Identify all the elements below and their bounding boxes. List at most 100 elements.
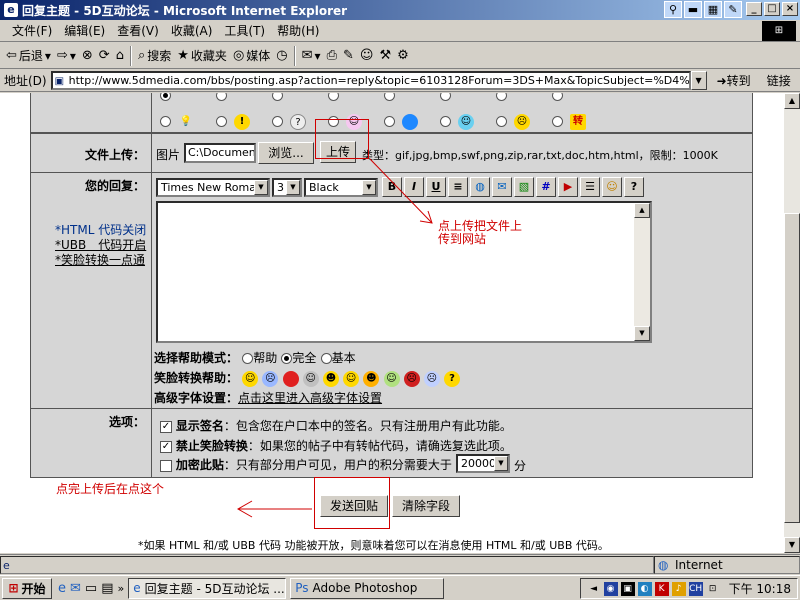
- go-button[interactable]: ➜转到: [717, 72, 751, 89]
- search-label: 搜索: [147, 49, 172, 63]
- home-button[interactable]: ⌂: [116, 48, 124, 63]
- scroll-up-icon[interactable]: ▲: [784, 93, 800, 109]
- search-icon: ⌕: [137, 48, 146, 63]
- task-photoshop[interactable]: Ps Adobe Photoshop: [290, 577, 445, 599]
- window-title: 回复主题 - 5D互动论坛 - Microsoft Internet Explo…: [22, 3, 348, 18]
- pencil-icon[interactable]: ✎: [724, 1, 742, 18]
- battery-icon[interactable]: ▬: [684, 1, 702, 18]
- plugin-icon: ⚙: [397, 48, 409, 63]
- address-label: 地址(D): [4, 74, 47, 88]
- windows-flag-icon: ⊞: [8, 581, 19, 595]
- menu-file[interactable]: 文件(F): [6, 22, 58, 39]
- edit-page-button[interactable]: ✎: [343, 48, 354, 63]
- scroll-down-icon[interactable]: ▼: [784, 537, 800, 553]
- back-button[interactable]: ⇦ 后退 ▾: [6, 47, 51, 64]
- title-bar: e 回复主题 - 5D互动论坛 - Microsoft Internet Exp…: [0, 0, 800, 20]
- address-input[interactable]: ▣ http://www.5dmedia.com/bbs/posting.asp?…: [50, 71, 691, 90]
- maximize-button[interactable]: □: [764, 2, 780, 16]
- tray-app-icon[interactable]: ◐: [637, 581, 652, 596]
- clock[interactable]: 下午 10:18: [729, 580, 791, 597]
- go-arrow-icon: ➜: [716, 74, 727, 88]
- status-bar: e ◍ Internet: [0, 554, 800, 574]
- tray-app-icon[interactable]: K: [654, 581, 669, 596]
- forward-button[interactable]: ⇨ ▾: [57, 48, 76, 63]
- upload-arrow-line: [369, 158, 433, 224]
- quick-launch-ie-icon[interactable]: e: [58, 581, 66, 596]
- scroll-thumb[interactable]: [784, 213, 800, 523]
- menu-edit[interactable]: 编辑(E): [58, 22, 111, 39]
- media-label: 媒体: [246, 49, 271, 63]
- go-label: 转到: [726, 74, 751, 88]
- printer-icon: ⎙: [326, 48, 337, 63]
- forward-arrow-icon: ⇨: [56, 48, 68, 63]
- discuss-button[interactable]: ☺: [360, 48, 374, 63]
- windows-logo-icon: ⊞: [762, 21, 796, 41]
- quick-launch-outlook-icon[interactable]: ✉: [70, 581, 81, 596]
- upload-annotation-line2: 传到网站: [438, 232, 487, 246]
- status-zone: ◍ Internet: [654, 555, 800, 574]
- toolbar-separator: [293, 45, 296, 66]
- tools-button[interactable]: ⚒: [379, 48, 391, 63]
- globe-icon: ◍: [658, 557, 669, 572]
- system-tray: ◄ ◉ ▣ ◐ K ♪ CH ⊡ 下午 10:18: [579, 578, 798, 599]
- status-main: e: [0, 555, 654, 574]
- grid-icon[interactable]: ▦: [704, 1, 722, 18]
- minimize-button[interactable]: _: [746, 2, 762, 16]
- back-arrow-icon: ⇦: [6, 48, 17, 63]
- task-ie-window[interactable]: e 回复主题 - 5D互动论坛 ...: [128, 577, 287, 599]
- menu-view[interactable]: 查看(V): [111, 22, 165, 39]
- tray-app-icon[interactable]: ♪: [671, 581, 686, 596]
- media-icon: ◎: [232, 48, 245, 63]
- print-button[interactable]: ⎙: [327, 48, 337, 63]
- favorites-button[interactable]: ★ 收藏夹: [177, 47, 227, 64]
- tray-app-icon[interactable]: ▣: [620, 581, 635, 596]
- messenger-icon: ☺: [359, 48, 374, 63]
- history-button[interactable]: ◷: [276, 48, 287, 63]
- edit-icon: ✎: [342, 48, 354, 63]
- task-ie-label: 回复主题 - 5D互动论坛 ...: [144, 581, 285, 596]
- address-url: http://www.5dmedia.com/bbs/posting.asp?a…: [68, 74, 691, 87]
- refresh-button[interactable]: ⟳: [99, 48, 110, 63]
- tray-app-icon[interactable]: ◉: [603, 581, 618, 596]
- refresh-icon: ⟳: [98, 48, 110, 63]
- address-bar: 地址(D) ▣ http://www.5dmedia.com/bbs/postin…: [0, 70, 800, 92]
- tray-app-icon[interactable]: ⊡: [706, 582, 720, 596]
- title-extra-icons: ⚲ ▬ ▦ ✎: [664, 1, 742, 18]
- ie-icon: e: [4, 3, 18, 17]
- quick-launch-more-icon[interactable]: »: [118, 582, 125, 595]
- task-photoshop-label: Adobe Photoshop: [312, 581, 418, 595]
- favorites-label: 收藏夹: [190, 49, 227, 63]
- media-button[interactable]: ◎ 媒体: [233, 47, 270, 64]
- page-content: 💡 ! ? ☺ ☺ ☹ 转 文件上传： 图片 C:\Document 浏览...…: [0, 93, 784, 553]
- mail-button[interactable]: ✉ ▾: [302, 48, 321, 63]
- quick-launch-app-icon[interactable]: ▤: [101, 581, 113, 596]
- ie-task-icon: e: [133, 581, 141, 595]
- window-controls: _ □ ×: [746, 2, 798, 16]
- extra-button[interactable]: ⚙: [397, 48, 409, 63]
- start-label: 开始: [21, 581, 46, 596]
- address-dropdown-button[interactable]: ▼: [690, 71, 707, 90]
- links-button[interactable]: 链接: [767, 72, 791, 89]
- page-icon: ▣: [54, 76, 65, 87]
- stop-button[interactable]: ⊗: [82, 48, 93, 63]
- tools-icon: ⚒: [379, 48, 392, 63]
- input-method-icon[interactable]: CH: [688, 581, 703, 596]
- menu-tools[interactable]: 工具(T): [218, 22, 271, 39]
- search-button[interactable]: ⌕ 搜索: [138, 47, 171, 64]
- home-icon: ⌂: [115, 48, 124, 63]
- pin-icon[interactable]: ⚲: [664, 1, 682, 18]
- toolbar-separator: [129, 45, 132, 66]
- zone-label: Internet: [675, 557, 723, 572]
- submit-annotation: 点完上传后在点这个: [56, 482, 165, 496]
- volume-icon[interactable]: ◄: [587, 582, 601, 596]
- taskbar: ⊞ 开始 e ✉ ▭ ▤ » e 回复主题 - 5D互动论坛 ... Ps Adobe…: [0, 575, 800, 600]
- menu-help[interactable]: 帮助(H): [271, 22, 325, 39]
- quick-launch-desktop-icon[interactable]: ▭: [85, 581, 97, 596]
- close-button[interactable]: ×: [782, 2, 798, 16]
- history-icon: ◷: [276, 48, 288, 63]
- mail-icon: ✉: [301, 48, 313, 63]
- page-scrollbar[interactable]: ▲ ▼: [784, 93, 800, 553]
- page-done-icon: e: [3, 558, 10, 572]
- menu-favorites[interactable]: 收藏(A): [165, 22, 219, 39]
- start-button[interactable]: ⊞ 开始: [2, 577, 52, 599]
